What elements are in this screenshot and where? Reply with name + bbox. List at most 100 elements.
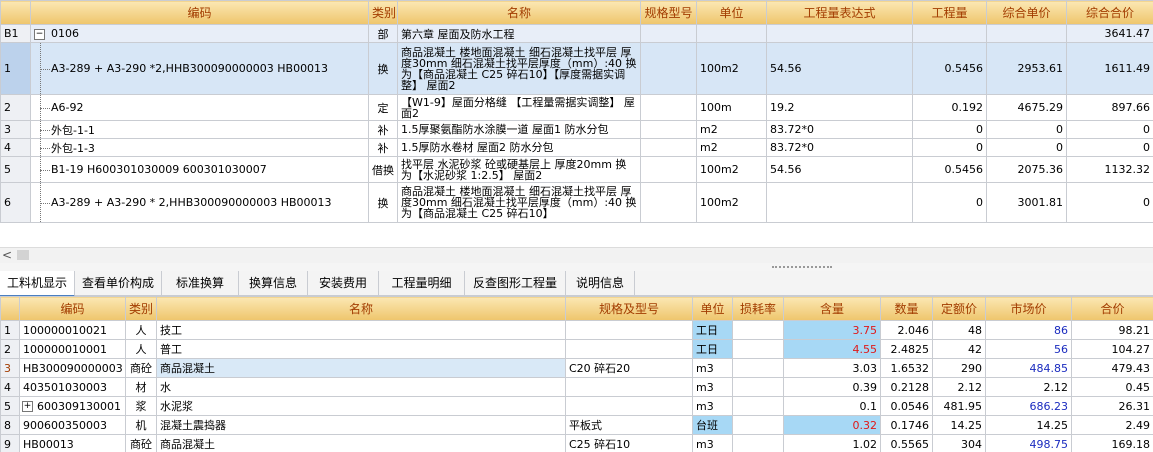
tab-unit-price[interactable]: 查看单价构成 [75, 271, 162, 295]
quota-spec[interactable] [640, 42, 697, 95]
pane-splitter[interactable] [0, 263, 1153, 271]
quota-spec[interactable] [640, 94, 697, 121]
quota-expression[interactable]: 83.72*0 [766, 120, 913, 139]
col-header-spec[interactable]: 规格型号 [640, 0, 697, 25]
resource-row[interactable]: 3 HB300090000003 商砼 商品混凝土 C20 碎石20 m3 3.03 1.65… [0, 358, 1153, 378]
col-header-total[interactable]: 综合合价 [1066, 0, 1153, 25]
resource-name[interactable]: 混凝土震捣器 [156, 415, 566, 435]
resource-content[interactable]: 1.02 [783, 434, 881, 452]
resource-spec[interactable] [565, 320, 693, 340]
resource-row[interactable]: 2 100000010001 人普工 工日 4.55 2.4825 42 56 104.27 [0, 339, 1153, 359]
resource-loss[interactable] [732, 377, 784, 397]
quota-spec[interactable] [640, 120, 697, 139]
resource-row[interactable]: 5 +600309130001 浆水泥浆 m3 0.1 0.0546 481.95 686.2… [0, 396, 1153, 416]
quota-spec[interactable] [640, 138, 697, 157]
resource-code[interactable]: HB300090000003 [19, 358, 126, 378]
quota-unit[interactable]: 100m2 [696, 156, 767, 183]
col-header-qty[interactable]: 工程量 [912, 0, 987, 25]
resource-spec[interactable] [565, 339, 693, 359]
resource-row[interactable]: 8 900600350003 机混凝土震捣器 平板式 台班 0.32 0.1746 14.25… [0, 415, 1153, 435]
quota-quantity[interactable]: 0.192 [912, 94, 987, 121]
expand-icon[interactable]: + [22, 401, 33, 412]
tab-description[interactable]: 说明信息 [566, 271, 635, 295]
quota-unit[interactable]: m2 [696, 138, 767, 157]
quota-name[interactable]: 1.5厚防水卷材 屋面2 防水分包 [397, 138, 641, 157]
resource-spec[interactable]: 平板式 [565, 415, 693, 435]
quota-name[interactable]: 找平层 水泥砂浆 砼或硬基层上 厚度20mm 换为【水泥砂浆 1:2.5】 屋面… [397, 156, 641, 183]
col-header-unit[interactable]: 单位 [692, 296, 733, 321]
resource-loss[interactable] [732, 320, 784, 340]
col-header-name[interactable]: 名称 [156, 296, 566, 321]
resource-code[interactable]: 900600350003 [19, 415, 126, 435]
resource-code[interactable]: HB00013 [19, 434, 126, 452]
resource-code[interactable]: 100000010001 [19, 339, 126, 359]
col-header-expr[interactable]: 工程量表达式 [766, 0, 913, 25]
quota-expression[interactable]: 19.2 [766, 94, 913, 121]
resource-content[interactable]: 0.32 [783, 415, 881, 435]
quota-unit[interactable]: 100m2 [696, 42, 767, 95]
resource-spec[interactable]: C25 碎石10 [565, 434, 693, 452]
tab-std-conversion[interactable]: 标准换算 [162, 271, 239, 295]
resource-row[interactable]: 4 403501030003 材水 m3 0.39 0.2128 2.12 2.12 0.45 [0, 377, 1153, 397]
resource-loss[interactable] [732, 415, 784, 435]
resource-content[interactable]: 3.75 [783, 320, 881, 340]
quota-code[interactable]: 外包-1-1 [30, 120, 369, 139]
col-header-total[interactable]: 合价 [1071, 296, 1153, 321]
resource-code[interactable]: 403501030003 [19, 377, 126, 397]
quota-spec[interactable] [640, 182, 697, 223]
resource-content[interactable]: 3.03 [783, 358, 881, 378]
col-header-loss[interactable]: 损耗率 [732, 296, 784, 321]
quota-expression[interactable]: 83.72*0 [766, 138, 913, 157]
resource-name[interactable]: 技工 [156, 320, 566, 340]
quota-quantity[interactable]: 0 [912, 120, 987, 139]
col-header-market-price[interactable]: 市场价 [985, 296, 1072, 321]
chapter-row[interactable]: B1 −0106 部 第六章 屋面及防水工程 3641.47 [0, 24, 1153, 43]
resource-content[interactable]: 0.1 [783, 396, 881, 416]
resource-row[interactable]: 1 100000010021 人技工 工日 3.75 2.046 48 86 98.21 [0, 320, 1153, 340]
col-header-code[interactable]: 编码 [30, 0, 369, 25]
resource-spec[interactable]: C20 碎石20 [565, 358, 693, 378]
quota-code[interactable]: A3-289 + A3-290 * 2,HHB300090000003 HB00… [30, 182, 369, 223]
quota-code[interactable]: A6-92 [30, 94, 369, 121]
resource-loss[interactable] [732, 396, 784, 416]
col-header-code[interactable]: 编码 [19, 296, 126, 321]
quota-quantity[interactable]: 0.5456 [912, 42, 987, 95]
col-header-spec[interactable]: 规格及型号 [565, 296, 693, 321]
horizontal-scrollbar[interactable]: < [0, 247, 1153, 263]
scroll-thumb[interactable] [17, 250, 29, 260]
tab-conversion-info[interactable]: 换算信息 [239, 271, 308, 295]
quota-spec[interactable] [640, 156, 697, 183]
col-header-base-price[interactable]: 定额价 [932, 296, 986, 321]
resource-row[interactable]: 9 HB00013 商砼 商品混凝土 C25 碎石10 m3 1.02 0.5565 304 49… [0, 434, 1153, 452]
col-header-unit[interactable]: 单位 [696, 0, 767, 25]
col-header-type[interactable]: 类别 [368, 0, 398, 25]
resource-loss[interactable] [732, 339, 784, 359]
col-header-price[interactable]: 综合单价 [986, 0, 1067, 25]
quota-expression[interactable]: 54.56 [766, 42, 913, 95]
resource-content[interactable]: 4.55 [783, 339, 881, 359]
quota-quantity[interactable]: 0 [912, 138, 987, 157]
quota-name[interactable]: 【W1-9】屋面分格缝 【工程量需据实调整】 屋面2 [397, 94, 641, 121]
quota-expression[interactable]: 54.56 [766, 156, 913, 183]
resource-market-price[interactable]: 14.25 [985, 415, 1072, 435]
quota-row[interactable]: 4 外包-1-3 补 1.5厚防水卷材 屋面2 防水分包 m2 83.72*0 0 0 0 [0, 138, 1153, 157]
resource-loss[interactable] [732, 358, 784, 378]
resource-market-price[interactable]: 86 [985, 320, 1072, 340]
quota-row[interactable]: 2 A6-92 定【W1-9】屋面分格缝 【工程量需据实调整】 屋面2 100m 19.… [0, 94, 1153, 121]
resource-market-price[interactable]: 2.12 [985, 377, 1072, 397]
col-header-content[interactable]: 含量 [783, 296, 881, 321]
tab-install-fee[interactable]: 安装费用 [308, 271, 379, 295]
quota-quantity[interactable]: 0 [912, 182, 987, 223]
scroll-left-icon[interactable]: < [2, 248, 12, 262]
resource-market-price[interactable]: 56 [985, 339, 1072, 359]
col-header-qty[interactable]: 数量 [880, 296, 933, 321]
tab-labor-material[interactable]: 工料机显示 [0, 271, 75, 297]
resource-spec[interactable] [565, 377, 693, 397]
quota-name[interactable]: 商品混凝土 楼地面混凝土 细石混凝土找平层 厚度30mm 细石混凝土找平层厚度（… [397, 182, 641, 223]
collapse-icon[interactable]: − [34, 28, 45, 40]
quota-row[interactable]: 1 A3-289 + A3-290 *2,HHB300090000003 HB00… [0, 42, 1153, 95]
resource-code[interactable]: 100000010021 [19, 320, 126, 340]
resource-market-price[interactable]: 686.23 [985, 396, 1072, 416]
resource-name[interactable]: 水 [156, 377, 566, 397]
quota-name[interactable]: 1.5厚聚氨酯防水涂膜一道 屋面1 防水分包 [397, 120, 641, 139]
